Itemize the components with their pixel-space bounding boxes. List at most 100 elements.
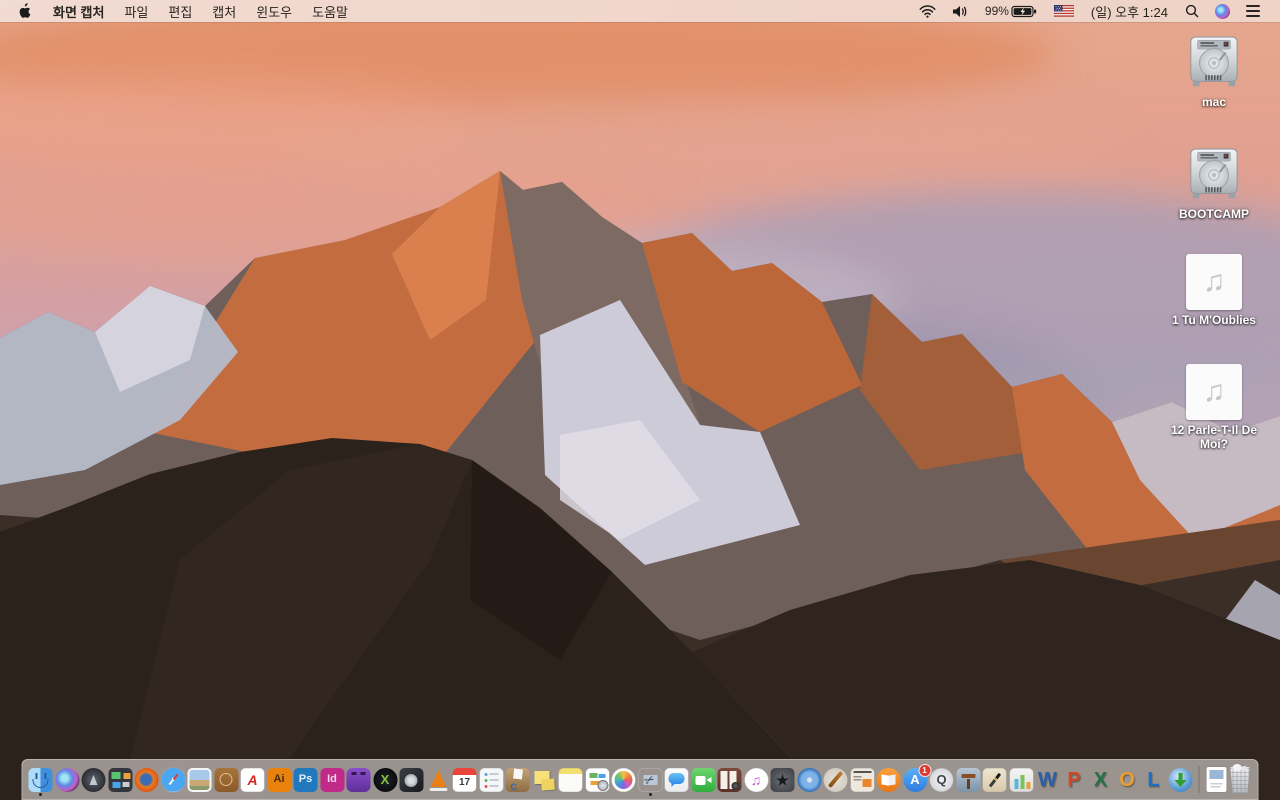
dock-item-outlook[interactable]: O — [1115, 768, 1139, 792]
outlook-glyph: O — [1119, 768, 1135, 791]
dock-item-powerpoint[interactable]: P — [1062, 768, 1086, 792]
wifi-icon — [919, 4, 936, 18]
menu-window[interactable]: 윈도우 — [246, 0, 302, 23]
siri-menu[interactable] — [1207, 0, 1238, 22]
notification-badge: 1 — [918, 763, 931, 777]
dock-item-vlc[interactable] — [426, 768, 450, 792]
dock-item-garageband[interactable] — [823, 767, 848, 792]
dock-item-stickies[interactable] — [532, 768, 556, 792]
desktop-icon-mac[interactable]: mac — [1158, 36, 1270, 109]
dock-item-calendar[interactable]: 17 — [452, 767, 477, 792]
menu-app-name[interactable]: 화면 캡처 — [41, 0, 114, 23]
apple-logo-icon — [19, 3, 31, 18]
dock-item-photo-booth[interactable] — [717, 767, 742, 792]
app-store-glyph: A — [910, 772, 920, 787]
dock-item-quicktime[interactable]: Q — [929, 767, 954, 792]
grab-glyph: ✂ — [642, 770, 658, 789]
dock-item-excel[interactable]: X — [1089, 768, 1113, 792]
dock-item-word[interactable]: W — [1036, 768, 1060, 792]
app-menus: 화면 캡처 파일 편집 캡처 윈도우 도움말 — [0, 0, 358, 23]
dock-item-journal[interactable] — [214, 767, 238, 792]
dock-divider — [1198, 766, 1200, 793]
imovie-glyph: ★ — [776, 771, 789, 788]
menu-clock[interactable]: (일) 오후 1:24 — [1082, 2, 1177, 21]
audio-file-icon: ♫ — [1186, 254, 1242, 310]
spotlight-menu[interactable] — [1177, 0, 1207, 22]
audio-file-icon: ♫ — [1186, 364, 1242, 420]
desktop-icon-label: 12 Parle-T-Il De Moi? — [1170, 423, 1258, 451]
dock-item-itunes[interactable]: ♫ — [744, 767, 768, 792]
xbmc-glyph: X — [380, 772, 390, 787]
menu-bar: 화면 캡처 파일 편집 캡처 윈도우 도움말 99% (일) 오후 1:24 — [0, 0, 1280, 22]
dock-item-app-store[interactable]: A1 — [903, 763, 931, 792]
menu-edit[interactable]: 편집 — [158, 0, 202, 23]
dock-item-drop-box[interactable] — [505, 767, 530, 792]
dock-item-acrobat-reader[interactable]: A — [240, 767, 265, 792]
photoshop-glyph: Ps — [298, 773, 313, 785]
dock-item-grab[interactable]: ✂ — [638, 767, 662, 796]
spotlight-search-icon — [1185, 4, 1199, 18]
dock-item-document-file[interactable] — [1206, 767, 1226, 792]
dock-item-idvd[interactable] — [797, 767, 821, 792]
hard-drive-icon — [1190, 36, 1238, 87]
input-source-menu[interactable] — [1046, 0, 1082, 22]
dock-item-finder[interactable] — [28, 767, 53, 796]
battery-menu[interactable]: 99% — [977, 0, 1046, 22]
dock-item-notes[interactable] — [558, 767, 583, 792]
desktop-icon-bootcamp[interactable]: BOOTCAMP — [1158, 148, 1270, 221]
dock-item-firefox[interactable] — [134, 767, 159, 792]
dock-item-downloader[interactable] — [1168, 767, 1192, 792]
volume-icon — [952, 5, 967, 17]
calendar-glyph: 17 — [458, 776, 471, 788]
battery-charging-icon — [1011, 5, 1037, 17]
dock-item-photos[interactable] — [611, 767, 636, 792]
dock-item-keynote[interactable] — [956, 767, 980, 792]
dock-item-toast[interactable] — [346, 767, 371, 792]
dock-item-mission-control[interactable] — [108, 767, 132, 792]
desktop-icon-12-parle-t-il-de-moi-[interactable]: ♫ 12 Parle-T-Il De Moi? — [1158, 364, 1270, 451]
dock-item-safari[interactable] — [161, 767, 185, 792]
desktop-icon-label: mac — [1201, 95, 1227, 109]
dock-item-reminders[interactable] — [479, 767, 503, 792]
notification-center-icon — [1246, 5, 1260, 17]
dock-item-facetime[interactable] — [691, 767, 715, 792]
excel-glyph: X — [1093, 768, 1108, 791]
dock-item-preview[interactable] — [187, 767, 212, 792]
dock-item-numbers[interactable] — [1009, 767, 1033, 792]
itunes-glyph: ♫ — [750, 771, 762, 788]
dock-item-launchpad[interactable] — [81, 767, 106, 792]
dock-item-web-doc[interactable] — [585, 767, 609, 792]
siri-icon — [1215, 3, 1230, 19]
menu-help[interactable]: 도움말 — [302, 0, 358, 23]
notification-center-menu[interactable] — [1238, 0, 1268, 22]
dock-item-trash[interactable] — [1229, 764, 1252, 793]
dock-item-illustrator[interactable]: Ai — [267, 767, 291, 792]
hard-drive-icon — [1190, 148, 1238, 199]
desktop-icon-label: BOOTCAMP — [1179, 207, 1249, 221]
wifi-menu[interactable] — [911, 0, 944, 22]
us-flag-icon — [1053, 5, 1074, 17]
illustrator-glyph: Ai — [273, 773, 285, 785]
dock-item-siri[interactable] — [55, 767, 79, 792]
dock-item-ibooks[interactable] — [876, 767, 901, 792]
apple-menu[interactable] — [14, 3, 41, 19]
dock-item-lync[interactable]: L — [1142, 768, 1166, 792]
powerpoint-glyph: P — [1067, 768, 1081, 791]
dock-item-newsletter[interactable] — [850, 767, 874, 792]
menu-file[interactable]: 파일 — [114, 0, 158, 23]
dock-item-imovie[interactable]: ★ — [770, 767, 795, 792]
lync-glyph: L — [1147, 768, 1160, 791]
dock-item-photoshop[interactable]: Ps — [293, 767, 318, 792]
desktop-wallpaper — [0, 0, 1280, 800]
dock-item-messages[interactable] — [664, 767, 689, 792]
running-indicator — [39, 793, 42, 796]
volume-menu[interactable] — [944, 0, 977, 22]
acrobat-reader-glyph: A — [247, 771, 258, 788]
dock-item-disk-tool[interactable] — [399, 767, 424, 792]
dock-item-indesign[interactable]: Id — [320, 767, 344, 792]
menu-capture[interactable]: 캡처 — [202, 0, 246, 23]
desktop-icon-1-tu-m-oublies[interactable]: ♫ 1 Tu M'Oublies — [1158, 254, 1270, 327]
dock-item-xbmc[interactable]: X — [373, 767, 397, 792]
desktop-icon-label: 1 Tu M'Oublies — [1172, 313, 1256, 327]
dock-item-pages[interactable] — [982, 767, 1007, 792]
